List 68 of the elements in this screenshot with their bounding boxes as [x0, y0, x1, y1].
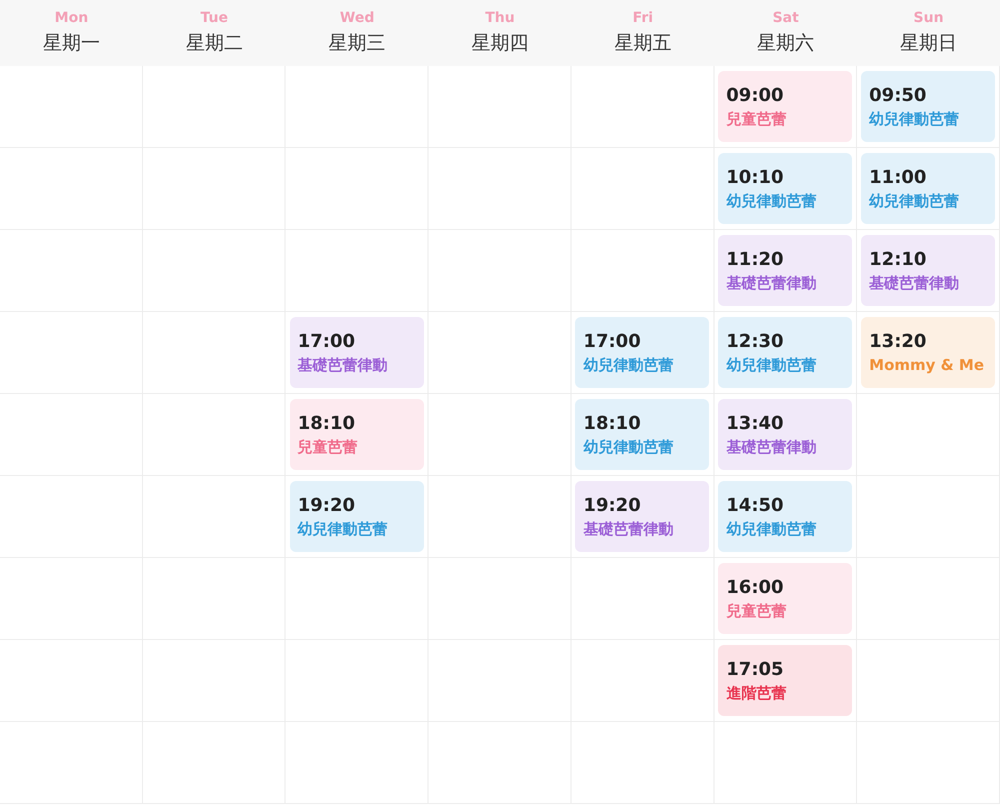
- class-name: 進階芭蕾: [726, 684, 786, 702]
- weekday-name: 星期四: [471, 31, 528, 56]
- class-name: 基礎芭蕾律動: [583, 520, 674, 538]
- class-time: 12:30: [726, 330, 784, 352]
- class-time: 19:20: [298, 494, 355, 516]
- class-card[interactable]: 12:10 基礎芭蕾律動: [861, 235, 995, 306]
- class-name: 兒童芭蕾: [298, 438, 358, 456]
- class-name: Mommy & Me: [869, 356, 984, 374]
- weekday-name: 星期日: [900, 31, 958, 56]
- class-card[interactable]: 13:20 Mommy & Me: [861, 317, 995, 388]
- class-name: 基礎芭蕾律動: [726, 438, 816, 456]
- weekday-abbreviation: Wed: [340, 10, 374, 26]
- class-time: 17:05: [726, 658, 784, 680]
- class-card[interactable]: 17:00 基礎芭蕾律動: [290, 317, 424, 388]
- class-card[interactable]: 19:20 幼兒律動芭蕾: [290, 481, 424, 552]
- class-time: 11:00: [869, 166, 926, 188]
- class-card[interactable]: 10:10 幼兒律動芭蕾: [718, 153, 852, 224]
- class-time: 17:00: [298, 330, 355, 352]
- weekday-abbreviation: Sun: [914, 10, 944, 26]
- class-name: 基礎芭蕾律動: [869, 274, 960, 292]
- class-card[interactable]: 17:00 幼兒律動芭蕾: [575, 317, 710, 388]
- class-time: 09:00: [726, 84, 784, 106]
- weekday-abbreviation: Tue: [200, 10, 228, 26]
- class-time: 13:40: [726, 412, 784, 434]
- class-name: 幼兒律動芭蕾: [726, 192, 816, 210]
- weekday-name: 星期六: [757, 31, 814, 56]
- class-card[interactable]: 11:20 基礎芭蕾律動: [718, 235, 852, 306]
- class-card[interactable]: 19:20 基礎芭蕾律動: [575, 481, 710, 552]
- weekday-abbreviation: Mon: [54, 10, 88, 26]
- class-name: 幼兒律動芭蕾: [726, 356, 816, 374]
- class-card[interactable]: 09:50 幼兒律動芭蕾: [861, 71, 995, 142]
- class-card[interactable]: 18:10 幼兒律動芭蕾: [575, 399, 710, 470]
- class-name: 幼兒律動芭蕾: [726, 520, 816, 538]
- class-time: 18:10: [298, 412, 355, 434]
- class-time: 09:50: [869, 84, 926, 106]
- weekday-name: 星期三: [328, 31, 386, 56]
- class-card[interactable]: 12:30 幼兒律動芭蕾: [718, 317, 852, 388]
- class-time: 11:20: [726, 248, 784, 270]
- class-card[interactable]: 11:00 幼兒律動芭蕾: [861, 153, 995, 224]
- class-card[interactable]: 18:10 兒童芭蕾: [290, 399, 424, 470]
- weekday-name: 星期二: [186, 31, 243, 56]
- class-time: 13:20: [869, 331, 926, 352]
- class-name: 幼兒律動芭蕾: [583, 356, 674, 374]
- weekday-name: 星期一: [42, 31, 100, 56]
- class-time: 12:10: [869, 248, 926, 270]
- class-name: 幼兒律動芭蕾: [583, 438, 674, 456]
- class-name: 兒童芭蕾: [726, 110, 786, 128]
- class-name: 兒童芭蕾: [726, 602, 786, 620]
- class-card[interactable]: 17:05 進階芭蕾: [718, 645, 852, 716]
- class-name: 幼兒律動芭蕾: [869, 192, 960, 210]
- class-card[interactable]: 16:00 兒童芭蕾: [718, 563, 852, 634]
- weekday-abbreviation: Sat: [772, 10, 799, 26]
- class-time: 10:10: [726, 166, 784, 188]
- weekday-abbreviation: Thu: [485, 10, 515, 26]
- class-name: 幼兒律動芭蕾: [869, 110, 960, 128]
- class-card[interactable]: 09:00 兒童芭蕾: [718, 71, 852, 142]
- class-time: 14:50: [726, 494, 784, 516]
- class-name: 基礎芭蕾律動: [298, 356, 388, 374]
- class-time: 17:00: [583, 330, 641, 352]
- class-name: 幼兒律動芭蕾: [298, 520, 388, 538]
- class-card[interactable]: 14:50 幼兒律動芭蕾: [718, 481, 852, 552]
- weekday-name: 星期五: [614, 31, 672, 56]
- class-time: 16:00: [726, 576, 784, 598]
- class-card[interactable]: 13:40 基礎芭蕾律動: [718, 399, 852, 470]
- weekday-abbreviation: Fri: [632, 10, 654, 26]
- class-time: 18:10: [583, 412, 641, 434]
- class-name: 基礎芭蕾律動: [726, 274, 816, 292]
- class-time: 19:20: [583, 494, 641, 516]
